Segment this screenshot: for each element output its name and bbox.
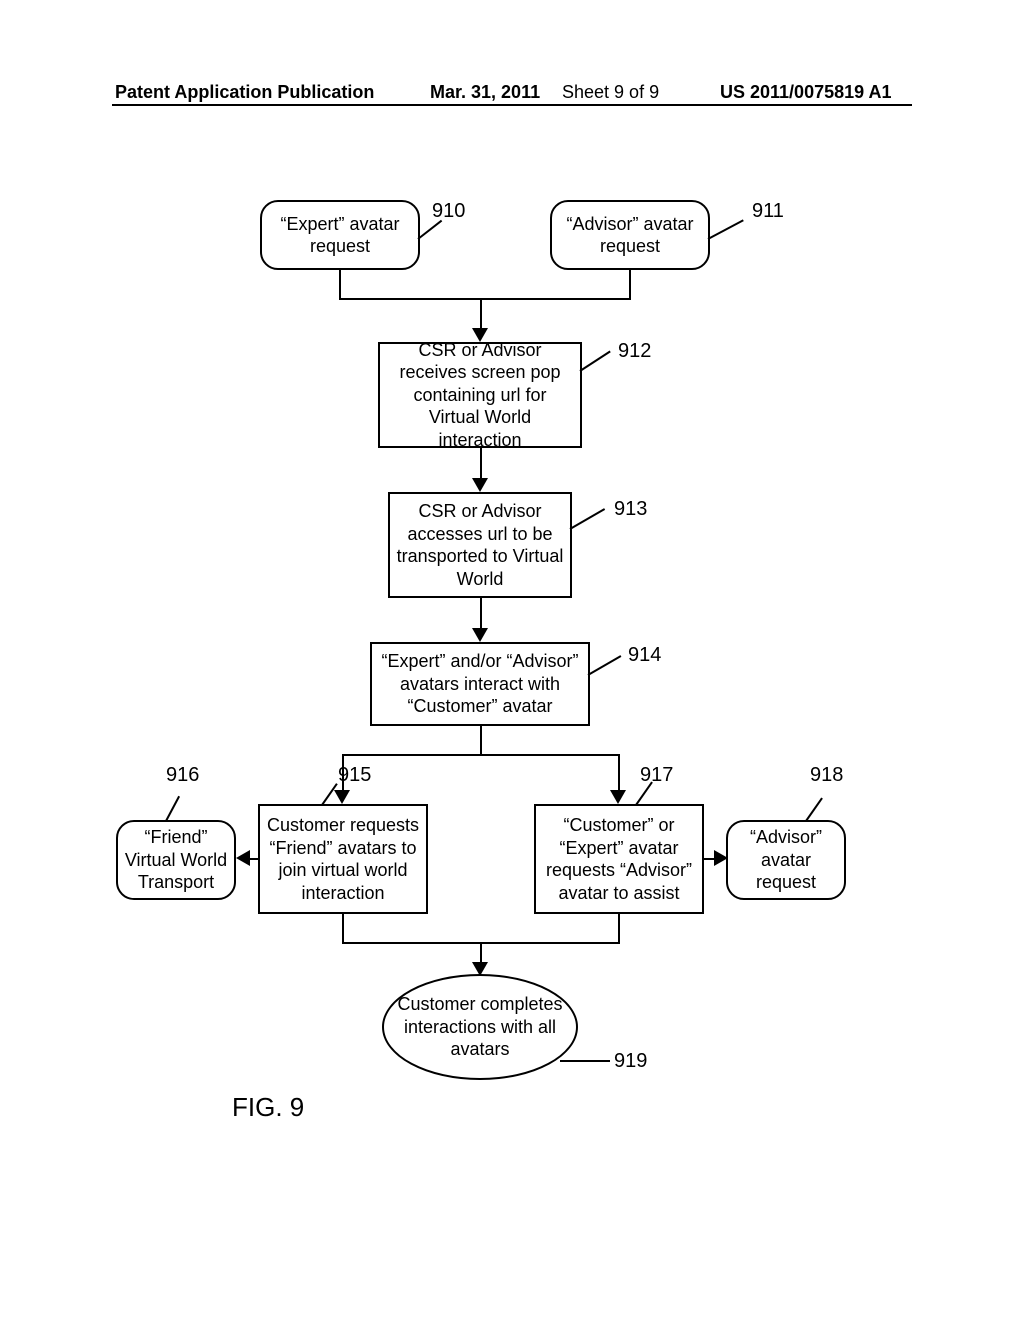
edge-915-down (342, 914, 344, 942)
ref-916: 916 (166, 764, 199, 787)
ref-914: 914 (628, 644, 661, 667)
ref-913: 913 (614, 498, 647, 521)
ref-911: 911 (752, 200, 784, 223)
edge-917-down (618, 914, 620, 942)
ref-918: 918 (810, 764, 843, 787)
ref-912: 912 (618, 340, 651, 363)
ref-915: 915 (338, 764, 371, 787)
edge-914-split-h (342, 754, 618, 756)
page: Patent Application Publication Mar. 31, … (0, 0, 1024, 1320)
arrow-into-914 (472, 628, 488, 642)
edge-912-913 (480, 448, 482, 482)
lead-919 (560, 1060, 610, 1062)
edge-910-911-h (339, 298, 631, 300)
lead-912 (579, 351, 610, 372)
node-916: “Friend” Virtual World Transport (116, 820, 236, 900)
edge-914-down (480, 726, 482, 754)
edge-914-to-917 (618, 754, 620, 794)
node-912: CSR or Advisor receives screen pop conta… (378, 342, 582, 448)
header-sheet: Sheet 9 of 9 (562, 82, 659, 103)
node-913: CSR or Advisor accesses url to be transp… (388, 492, 572, 598)
node-914: “Expert” and/or “Advisor” avatars intera… (370, 642, 590, 726)
arrow-into-916 (236, 850, 250, 866)
edge-911-down (629, 270, 631, 298)
ref-910: 910 (432, 200, 465, 223)
ref-919: 919 (614, 1050, 647, 1073)
edge-913-914 (480, 598, 482, 632)
lead-914 (588, 655, 622, 676)
lead-910 (417, 220, 442, 240)
header-rule (112, 104, 912, 106)
arrow-into-913 (472, 478, 488, 492)
edge-merge-912 (480, 298, 482, 332)
header-docnum: US 2011/0075819 A1 (720, 82, 891, 103)
lead-911 (708, 219, 744, 240)
lead-918 (805, 797, 823, 821)
lead-913 (570, 508, 606, 530)
node-910: “Expert” avatar request (260, 200, 420, 270)
arrow-into-918 (714, 850, 728, 866)
figure-label: FIG. 9 (232, 1092, 304, 1123)
node-917: “Customer” or “Expert” avatar requests “… (534, 804, 704, 914)
ref-917: 917 (640, 764, 673, 787)
arrow-into-915 (334, 790, 350, 804)
edge-910-down (339, 270, 341, 298)
arrow-into-917 (610, 790, 626, 804)
lead-916 (165, 796, 180, 822)
node-911: “Advisor” avatar request (550, 200, 710, 270)
node-915: Customer requests “Friend” avatars to jo… (258, 804, 428, 914)
node-919: Customer completes interactions with all… (382, 974, 578, 1080)
header-date: Mar. 31, 2011 (430, 82, 540, 103)
header-publication: Patent Application Publication (115, 82, 374, 103)
node-918: “Advisor” avatar request (726, 820, 846, 900)
